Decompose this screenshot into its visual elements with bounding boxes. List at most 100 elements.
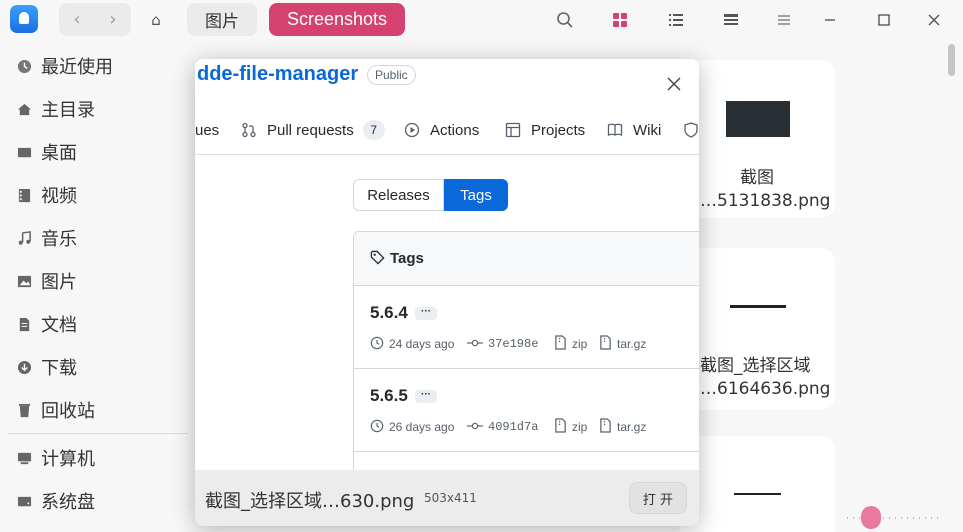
tab-actions[interactable]: Actions bbox=[404, 117, 479, 143]
title-bar: ‹ › ⌂ 图片 Screenshots bbox=[0, 0, 963, 40]
tab-label: ues bbox=[195, 121, 220, 139]
book-icon bbox=[607, 122, 623, 138]
navigation-buttons: ‹ › bbox=[59, 3, 131, 36]
file-card[interactable] bbox=[680, 436, 835, 532]
file-thumbnail bbox=[734, 493, 781, 495]
commit-sha: 37e198e bbox=[488, 337, 539, 351]
tag-commit[interactable]: 37e198e bbox=[467, 336, 538, 352]
breadcrumb-pictures[interactable]: 图片 bbox=[187, 3, 257, 36]
sidebar-item-recent[interactable]: 最近使用 bbox=[0, 46, 190, 86]
file-name: …6164636.png bbox=[700, 379, 831, 399]
tab-label: Wiki bbox=[633, 121, 662, 139]
play-icon bbox=[404, 122, 420, 138]
sidebar-item-home[interactable]: 主目录 bbox=[0, 89, 190, 129]
more-options-button[interactable]: ··· bbox=[415, 390, 437, 403]
commit-sha: 4091d7a bbox=[488, 420, 539, 434]
zoom-slider-handle[interactable] bbox=[861, 506, 881, 529]
sidebar-item-documents[interactable]: 文档 bbox=[0, 304, 190, 344]
sidebar-item-desktop[interactable]: 桌面 bbox=[0, 132, 190, 172]
file-zip-icon bbox=[599, 335, 612, 353]
sidebar-item-trash[interactable]: 回收站 bbox=[0, 390, 190, 430]
file-thumbnail bbox=[726, 101, 790, 137]
zip-download-link[interactable]: zip bbox=[554, 335, 588, 352]
sidebar-item-label: 最近使用 bbox=[41, 57, 113, 78]
close-icon[interactable] bbox=[663, 73, 685, 95]
visibility-badge: Public bbox=[367, 65, 416, 85]
tags-button[interactable]: Tags bbox=[444, 179, 508, 211]
tags-list-header: Tags bbox=[354, 232, 699, 286]
maximize-icon[interactable] bbox=[872, 8, 896, 32]
sidebar-item-downloads[interactable]: 下载 bbox=[0, 347, 190, 387]
zip-label: zip bbox=[572, 420, 588, 434]
file-name: …5131838.png bbox=[700, 191, 831, 211]
table-icon bbox=[505, 122, 521, 138]
clock-icon bbox=[16, 58, 32, 74]
tab-security[interactable] bbox=[683, 117, 699, 143]
chevron-left-icon[interactable]: ‹ bbox=[59, 3, 95, 36]
tab-pull-requests[interactable]: Pull requests 7 bbox=[241, 117, 385, 143]
file-name: 截图_选择区域 bbox=[700, 356, 811, 376]
tag-name[interactable]: 5.6.5 bbox=[370, 386, 408, 406]
disk-icon bbox=[16, 493, 32, 509]
tab-issues[interactable]: ues bbox=[195, 117, 219, 143]
home-icon bbox=[16, 101, 32, 117]
targz-label: tar.gz bbox=[617, 337, 647, 351]
sidebar-item-label: 系统盘 bbox=[41, 492, 95, 513]
repo-name[interactable]: dde-file-manager bbox=[197, 63, 358, 86]
music-icon bbox=[16, 230, 32, 246]
releases-tags-toggle: Releases Tags bbox=[353, 179, 508, 211]
open-button[interactable]: 打 开 bbox=[629, 482, 687, 514]
desktop-icon bbox=[16, 144, 32, 160]
targz-label: tar.gz bbox=[617, 420, 647, 434]
sidebar: 最近使用 主目录 桌面 视频 音乐 图片 文档 下载 回收站 计算机 系统盘 bbox=[0, 40, 195, 532]
trash-icon bbox=[16, 402, 32, 418]
commit-icon bbox=[467, 336, 483, 353]
zip-download-link[interactable]: zip bbox=[554, 418, 588, 435]
sidebar-item-label: 下载 bbox=[41, 358, 77, 379]
sidebar-item-music[interactable]: 音乐 bbox=[0, 218, 190, 258]
releases-button[interactable]: Releases bbox=[353, 179, 444, 211]
file-name: 截图 bbox=[740, 168, 774, 188]
shield-icon bbox=[683, 122, 699, 138]
commit-icon bbox=[467, 419, 483, 436]
tab-projects[interactable]: Projects bbox=[505, 117, 585, 143]
vertical-scrollbar[interactable] bbox=[948, 44, 955, 76]
tag-icon bbox=[370, 250, 385, 268]
sidebar-divider bbox=[8, 433, 188, 434]
zip-label: zip bbox=[572, 337, 588, 351]
icon-view-icon[interactable] bbox=[608, 8, 632, 32]
breadcrumb-screenshots[interactable]: Screenshots bbox=[269, 3, 405, 36]
sidebar-item-pictures[interactable]: 图片 bbox=[0, 261, 190, 301]
preview-filename: 截图_选择区域…630.png bbox=[205, 491, 415, 512]
tag-row: 5.6.5 ··· 26 days ago 4091d7a zip tar.gz bbox=[354, 369, 699, 452]
search-icon[interactable] bbox=[553, 8, 577, 32]
sidebar-item-computer[interactable]: 计算机 bbox=[0, 438, 190, 478]
tag-commit[interactable]: 4091d7a bbox=[467, 419, 538, 435]
minimize-icon[interactable] bbox=[818, 8, 842, 32]
document-icon bbox=[16, 316, 32, 332]
sidebar-item-videos[interactable]: 视频 bbox=[0, 175, 190, 215]
tab-wiki[interactable]: Wiki bbox=[607, 117, 661, 143]
clock-icon bbox=[370, 419, 384, 436]
list-view-icon[interactable] bbox=[664, 8, 688, 32]
tags-heading: Tags bbox=[390, 250, 424, 267]
menu-icon[interactable] bbox=[772, 8, 796, 32]
sidebar-item-label: 回收站 bbox=[41, 401, 95, 422]
sidebar-item-system-disk[interactable]: 系统盘 bbox=[0, 481, 190, 521]
targz-download-link[interactable]: tar.gz bbox=[599, 335, 647, 353]
more-options-button[interactable]: ··· bbox=[415, 307, 437, 320]
close-icon[interactable] bbox=[922, 8, 946, 32]
repo-header: dde-file-manager Public ues Pull request… bbox=[195, 59, 699, 155]
tag-name[interactable]: 5.6.4 bbox=[370, 303, 408, 323]
sidebar-item-label: 图片 bbox=[41, 272, 77, 293]
targz-download-link[interactable]: tar.gz bbox=[599, 418, 647, 436]
file-manager-app-icon bbox=[10, 5, 38, 33]
chevron-right-icon[interactable]: › bbox=[95, 3, 131, 36]
file-zip-icon bbox=[599, 418, 612, 436]
clock-icon bbox=[370, 336, 384, 353]
picture-icon bbox=[16, 273, 32, 289]
tab-label: Actions bbox=[430, 121, 480, 139]
home-icon[interactable]: ⌂ bbox=[138, 3, 174, 36]
tab-label: Projects bbox=[531, 121, 586, 139]
tree-view-icon[interactable] bbox=[719, 8, 743, 32]
